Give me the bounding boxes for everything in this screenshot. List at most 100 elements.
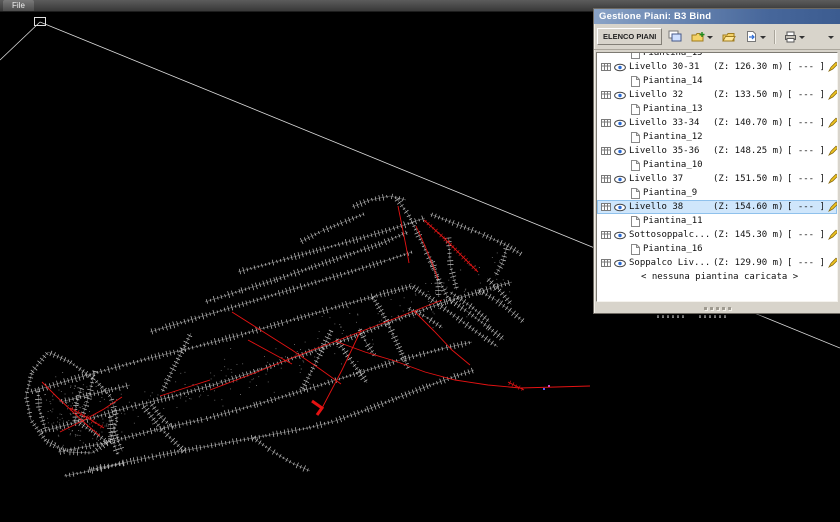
level-name: Livello 38 [629,202,713,212]
grid-icon [601,202,611,212]
level-flag: [ --- ] [787,62,829,72]
edit-icon[interactable] [828,89,838,100]
level-row[interactable]: Livello 35-36(Z: 148.25 m)[ --- ] [597,144,837,158]
level-elevation: (Z: 126.30 m) [713,62,787,72]
grid-icon [601,174,611,184]
edit-icon[interactable] [828,145,838,156]
level-name: Sottosoppalc... [629,230,713,240]
level-name: Livello 35-36 [629,146,713,156]
grip-dots[interactable] [657,315,727,318]
chevron-down-icon [828,36,834,42]
load-plan-button[interactable] [742,28,769,45]
folder-open-icon [722,31,736,43]
page-icon [631,188,640,199]
piantina-name: Piantina_10 [643,160,703,170]
eye-icon[interactable] [614,231,626,240]
piantina-row[interactable]: Piantina_9 [597,186,837,200]
layers-icon [668,30,682,43]
edit-icon[interactable] [828,201,838,212]
eye-icon[interactable] [614,203,626,212]
level-row[interactable]: Livello 37(Z: 151.50 m)[ --- ] [597,172,837,186]
menu-file[interactable]: File [3,0,34,11]
print-icon [784,31,797,43]
folder-add-button[interactable] [688,29,716,45]
level-flag: [ --- ] [787,118,829,128]
level-flag: [ --- ] [787,230,829,240]
page-icon [631,216,640,227]
grid-icon [601,90,611,100]
grid-icon [601,62,611,72]
level-row[interactable]: Livello 33-34(Z: 140.70 m)[ --- ] [597,116,837,130]
level-name: Livello 30-31 [629,62,713,72]
palette-options-button[interactable] [825,30,837,44]
eye-icon[interactable] [614,175,626,184]
eye-icon[interactable] [614,91,626,100]
page-icon [631,104,640,115]
palette-resize-grip[interactable] [594,304,840,313]
level-elevation: (Z: 154.60 m) [713,202,787,212]
palette-titlebar[interactable]: Gestione Piani: B3 Bind [594,9,840,24]
grid-icon [601,146,611,156]
level-name: Livello 32 [629,90,713,100]
piantina-row[interactable]: Piantina_10 [597,158,837,172]
page-icon [631,52,640,59]
gestione-piani-palette: Gestione Piani: B3 Bind ELENCO PIANI [593,8,840,314]
level-elevation: (Z: 148.25 m) [713,146,787,156]
level-elevation: (Z: 140.70 m) [713,118,787,128]
piantina-name: Piantina_12 [643,132,703,142]
level-row[interactable]: Livello 30-31(Z: 126.30 m)[ --- ] [597,60,837,74]
piantina-name: Piantina_11 [643,216,703,226]
eye-icon[interactable] [614,259,626,268]
level-elevation: (Z: 145.30 m) [713,230,787,240]
load-plan-icon [745,30,758,43]
piantina-name: Piantina_14 [643,76,703,86]
piantina-row[interactable]: Piantina_12 [597,130,837,144]
eye-icon[interactable] [614,63,626,72]
piantina-row[interactable]: Piantina_13 [597,102,837,116]
chevron-down-icon [707,36,713,42]
chevron-down-icon [760,36,766,42]
edit-icon[interactable] [828,229,838,240]
piantina-name: Piantina_16 [643,244,703,254]
toolbar-separator [774,30,776,44]
edit-icon[interactable] [828,61,838,72]
eye-icon[interactable] [614,119,626,128]
palette-title: Gestione Piani: B3 Bind [599,11,711,22]
level-elevation: (Z: 151.50 m) [713,174,787,184]
piantina-row[interactable]: Piantina_15 [597,52,837,60]
piantina-name: Piantina_9 [643,188,697,198]
page-icon [631,76,640,87]
piantina-name: Piantina_13 [643,104,703,114]
level-flag: [ --- ] [787,258,829,268]
level-name: Soppalco Liv... [629,258,713,268]
piantina-row[interactable]: Piantina_16 [597,242,837,256]
empty-row-label: < nessuna piantina caricata > [641,272,798,282]
level-row[interactable]: Sottosoppalc...(Z: 145.30 m)[ --- ] [597,228,837,242]
eye-icon[interactable] [614,147,626,156]
grid-icon [601,258,611,268]
grid-icon [601,118,611,128]
edit-icon[interactable] [828,257,838,268]
edit-icon[interactable] [828,117,838,128]
level-row[interactable]: Livello 38(Z: 154.60 m)[ --- ] [597,200,837,214]
page-icon [631,132,640,143]
level-name: Livello 37 [629,174,713,184]
plan-list: Piantina_15Livello 30-31(Z: 126.30 m)[ -… [596,52,838,302]
elenco-piani-button[interactable]: ELENCO PIANI [597,28,662,45]
palette-toolbar: ELENCO PIANI [594,24,840,50]
chevron-down-icon [799,36,805,42]
level-name: Livello 33-34 [629,118,713,128]
level-row[interactable]: Livello 32(Z: 133.50 m)[ --- ] [597,88,837,102]
layers-button[interactable] [665,28,685,45]
edit-icon[interactable] [828,173,838,184]
level-flag: [ --- ] [787,174,829,184]
level-row[interactable]: Soppalco Liv...(Z: 129.90 m)[ --- ] [597,256,837,270]
level-flag: [ --- ] [787,146,829,156]
print-button[interactable] [781,29,808,45]
app-window: File Gestione Piani: B3 Bind ELENCO PIAN… [0,0,840,522]
piantina-row[interactable]: Piantina_11 [597,214,837,228]
empty-row[interactable]: < nessuna piantina caricata > [597,270,837,284]
grid-icon [601,230,611,240]
folder-open-button[interactable] [719,29,739,45]
piantina-row[interactable]: Piantina_14 [597,74,837,88]
